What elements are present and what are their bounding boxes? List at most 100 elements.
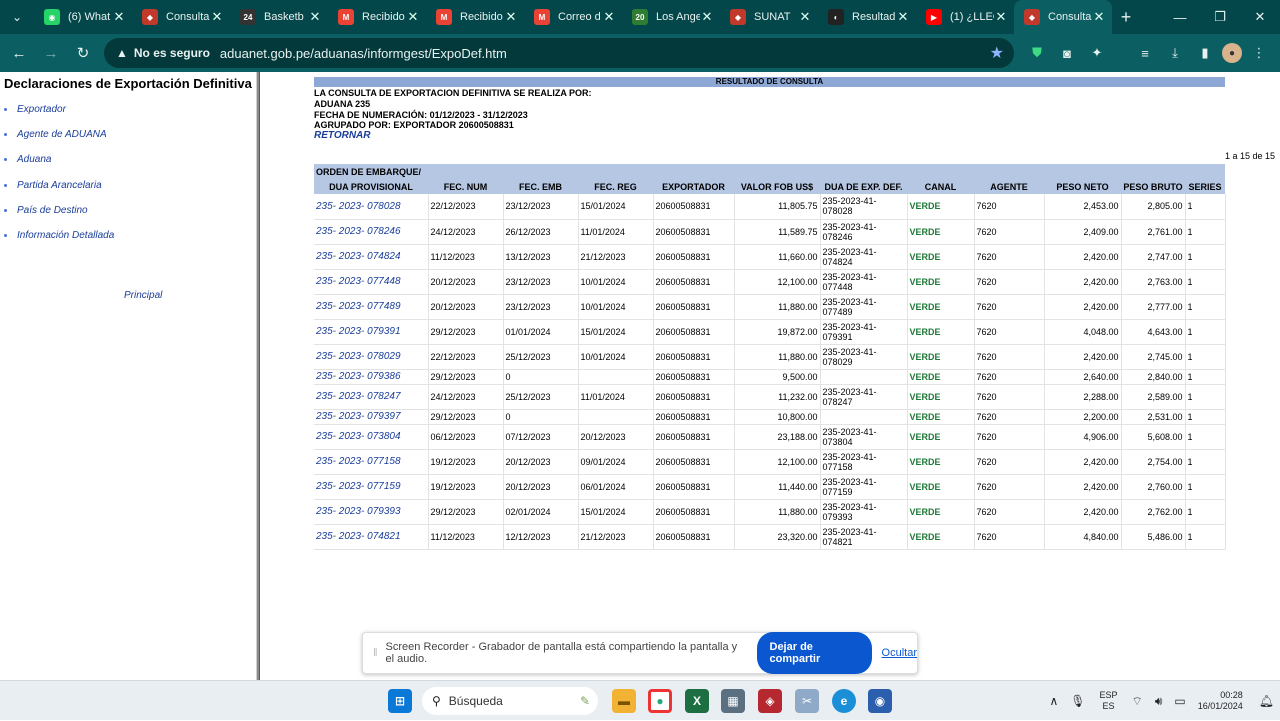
snipping-tool-icon[interactable]: ✂ (795, 689, 819, 713)
tab-close-icon[interactable]: ✕ (896, 9, 910, 25)
microphone-icon[interactable]: 🎙︎ (1070, 694, 1085, 708)
browser-tab[interactable]: 24 Basketb ✕ (230, 0, 328, 34)
browser-tab[interactable]: ◆ Consulta ✕ (1014, 0, 1112, 34)
back-icon[interactable]: ← (4, 38, 34, 68)
dua-link[interactable]: 235- 2023- 073804 (314, 424, 429, 450)
tab-search-icon[interactable]: ⌄ (0, 0, 34, 34)
table-cell: 7620 (974, 319, 1045, 345)
tab-close-icon[interactable]: ✕ (994, 9, 1008, 25)
forward-icon[interactable]: → (36, 38, 66, 68)
browser-tab[interactable]: ◉ (6) What ✕ (34, 0, 132, 34)
wifi-icon[interactable]: ⌔ (1132, 694, 1143, 709)
clock[interactable]: 00:28 16/01/2024 (1198, 690, 1243, 712)
browser-tab[interactable]: ▶ (1) ¿LLEG✕ (916, 0, 1014, 34)
url-text[interactable]: aduanet.gob.pe/aduanas/informgest/ExpoDe… (220, 46, 507, 61)
tab-close-icon[interactable]: ✕ (1092, 9, 1106, 25)
table-row: 235- 2023- 077489 20/12/2023 23/12/2023 10/… (314, 294, 1226, 320)
dua-link[interactable]: 235- 2023- 079386 (314, 369, 429, 385)
menu-item[interactable]: Información Detallada (4, 230, 114, 241)
browser-tab[interactable]: M Recibido ✕ (426, 0, 524, 34)
download-icon[interactable]: ⤓ (1162, 40, 1188, 66)
tab-close-icon[interactable]: ✕ (700, 9, 714, 25)
menu-item[interactable]: Partida Arancelaria (4, 180, 102, 191)
browser-tab[interactable]: M Correo d ✕ (524, 0, 622, 34)
taskbar-search[interactable]: ⚲ Búsqueda ✎ (422, 687, 598, 715)
language-indicator[interactable]: ESP ES (1100, 690, 1118, 712)
battery-icon[interactable]: ▭ (1174, 694, 1185, 708)
result-header: RESULTADO DE CONSULTA (314, 77, 1225, 87)
browser-tab[interactable]: 20 Los Ange ✕ (622, 0, 720, 34)
browser-tab[interactable]: M Recibido ✕ (328, 0, 426, 34)
chrome-icon[interactable]: ● (648, 689, 672, 713)
dua-link[interactable]: 235- 2023- 074824 (314, 244, 429, 270)
dua-link[interactable]: 235- 2023- 079393 (314, 499, 429, 525)
new-tab-button[interactable]: + (1112, 7, 1140, 28)
table-cell: 11,880.00 (734, 499, 821, 525)
table-cell: 2,420.00 (1044, 244, 1122, 270)
query-line-1: LA CONSULTA DE EXPORTACION DEFINITIVA SE… (314, 88, 592, 98)
dua-link[interactable]: 235- 2023- 077159 (314, 474, 429, 500)
stop-sharing-button[interactable]: Dejar de compartir (756, 632, 872, 674)
tab-close-icon[interactable]: ✕ (504, 9, 518, 25)
dua-link[interactable]: 235- 2023- 078029 (314, 344, 429, 370)
tab-close-icon[interactable]: ✕ (112, 9, 126, 25)
screen-recorder-app-icon[interactable]: ◉ (868, 689, 892, 713)
table-cell: 7620 (974, 449, 1045, 475)
tab-close-icon[interactable]: ✕ (602, 9, 616, 25)
windows-start-icon[interactable]: ⊞ (388, 689, 412, 713)
hide-link[interactable]: Ocultar (882, 647, 917, 659)
query-line-2: ADUANA 235 (314, 99, 371, 109)
menu-item[interactable]: Agente de ADUANA (4, 129, 107, 140)
security-indicator[interactable]: ▲ No es seguro (104, 46, 220, 60)
close-window-icon[interactable]: ✕ (1240, 0, 1280, 34)
tab-close-icon[interactable]: ✕ (406, 9, 420, 25)
minimize-icon[interactable]: — (1160, 0, 1200, 34)
extensions-puzzle-icon[interactable]: ✦ (1084, 40, 1110, 66)
volume-icon[interactable]: 🔊︎ (1155, 694, 1163, 709)
table-cell: VERDE (907, 269, 975, 295)
file-explorer-icon[interactable]: ▬ (612, 689, 636, 713)
browser-menu-icon[interactable]: ⋮ (1246, 40, 1272, 66)
maximize-icon[interactable]: ❐ (1200, 0, 1240, 34)
dua-link[interactable]: 235- 2023- 077489 (314, 294, 429, 320)
browser-tab[interactable]: ◆ SUNAT ✕ (720, 0, 818, 34)
dua-link[interactable]: 235- 2023- 077448 (314, 269, 429, 295)
profile-avatar[interactable]: ● (1222, 43, 1242, 63)
notification-bell-icon[interactable]: 🔔︎ (1259, 694, 1274, 708)
tray-chevron-icon[interactable]: ∧ (1049, 694, 1058, 708)
dua-link[interactable]: 235- 2023- 077158 (314, 449, 429, 475)
excel-icon[interactable]: X (685, 689, 709, 713)
calculator-icon[interactable]: ▦ (721, 689, 745, 713)
edge-icon[interactable]: e (832, 689, 856, 713)
table-cell (820, 409, 908, 425)
table-cell: 1 (1185, 424, 1226, 450)
menu-item[interactable]: Exportador (4, 104, 66, 115)
menu-item[interactable]: País de Destino (4, 205, 88, 216)
media-control-icon[interactable]: ≡ (1132, 40, 1158, 66)
dua-link[interactable]: 235- 2023- 078028 (314, 194, 429, 220)
table-cell: 26/12/2023 (503, 219, 579, 245)
table-cell: 235-2023-41-077158 (820, 449, 908, 475)
table-row: 235- 2023- 074824 11/12/2023 13/12/2023 21/… (314, 244, 1226, 270)
shield-extension-icon[interactable]: ⛊ (1024, 40, 1050, 66)
browser-tab[interactable]: ◆ Consulta ✕ (132, 0, 230, 34)
tab-close-icon[interactable]: ✕ (798, 9, 812, 25)
vpn-app-icon[interactable]: ◈ (758, 689, 782, 713)
side-panel-icon[interactable]: ▮ (1192, 40, 1218, 66)
dua-link[interactable]: 235- 2023- 078247 (314, 384, 429, 410)
dua-link[interactable]: 235- 2023- 078246 (314, 219, 429, 245)
tab-close-icon[interactable]: ✕ (210, 9, 224, 25)
dua-link[interactable]: 235- 2023- 079391 (314, 319, 429, 345)
menu-item[interactable]: Aduana (4, 154, 51, 165)
browser-tab[interactable]: ◐ Resultad ✕ (818, 0, 916, 34)
screen-recorder-extension-icon[interactable]: ◙ (1054, 40, 1080, 66)
bookmark-star-icon[interactable]: ★ (990, 43, 1004, 63)
drag-handle-icon[interactable]: ‖ (373, 647, 378, 659)
dua-link[interactable]: 235- 2023- 074821 (314, 524, 429, 550)
dua-link[interactable]: 235- 2023- 079397 (314, 409, 429, 425)
address-bar[interactable]: ▲ No es seguro aduanet.gob.pe/aduanas/in… (104, 38, 1014, 68)
reload-icon[interactable]: ↻ (68, 38, 98, 68)
principal-link[interactable]: Principal (124, 290, 162, 301)
tab-close-icon[interactable]: ✕ (308, 9, 322, 25)
retornar-link[interactable]: RETORNAR (314, 130, 370, 141)
